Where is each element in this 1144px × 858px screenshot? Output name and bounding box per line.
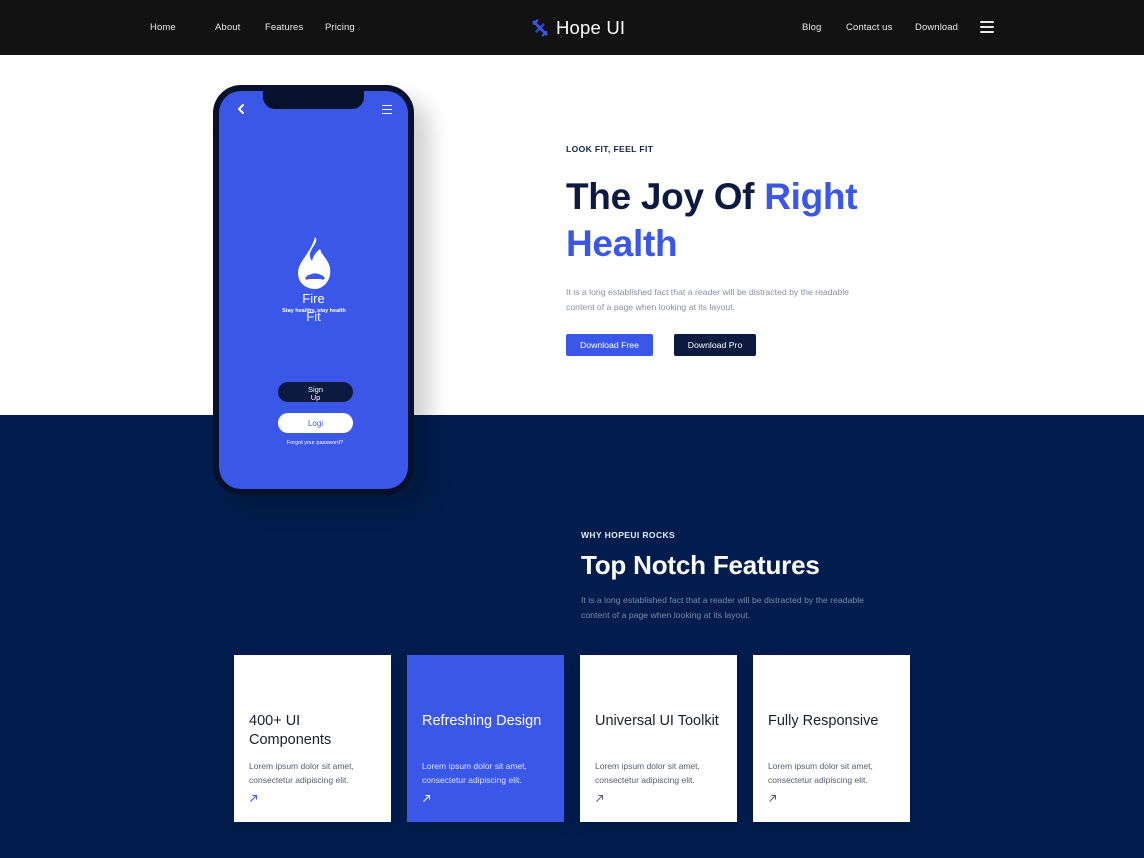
- nav-features[interactable]: Features: [265, 22, 303, 33]
- feature-card-title: Refreshing Design: [422, 713, 542, 729]
- feature-card-design[interactable]: Refreshing Design Lorem ipsum dolor sit …: [407, 655, 564, 822]
- phone-tagline: Stay healthy, stay health: [282, 308, 346, 314]
- nav-blog[interactable]: Blog: [802, 22, 821, 33]
- hero-title-accent: Right: [764, 176, 858, 217]
- feature-card-text: Lorem ipsum dolor sit amet, consectetur …: [768, 761, 873, 785]
- feature-card-responsive[interactable]: Fully Responsive Lorem ipsum dolor sit a…: [753, 655, 910, 822]
- hero-eyebrow: LOOK FIT, FEEL FIT: [566, 144, 654, 154]
- feature-card-title: Universal UI Toolkit: [595, 713, 719, 729]
- phone-signup-label: Sign Up: [307, 385, 323, 402]
- arrow-up-right-icon[interactable]: [422, 794, 431, 803]
- feature-card-toolkit[interactable]: Universal UI Toolkit Lorem ipsum dolor s…: [580, 655, 737, 822]
- hero-description: It is a long established fact that a rea…: [566, 287, 849, 312]
- phone-forgot-password-link[interactable]: Forgot your password?: [285, 440, 345, 447]
- features-title: Top Notch Features: [581, 550, 820, 580]
- flame-logo-icon: [298, 237, 331, 289]
- phone-app-name: Fire: [302, 291, 325, 306]
- hamburger-icon[interactable]: [980, 21, 994, 33]
- nav-home[interactable]: Home: [150, 22, 176, 33]
- feature-card-text: Lorem ipsum dolor sit amet, consectetur …: [422, 761, 527, 785]
- hope-ui-logo-icon: [532, 19, 548, 37]
- feature-card-text: Lorem ipsum dolor sit amet, consectetur …: [249, 761, 354, 785]
- phone-screen: Fire Fit Stay healthy, stay health Sign …: [219, 91, 408, 489]
- hero-title: The Joy Of Right Health: [566, 173, 926, 267]
- brand[interactable]: Hope UI: [531, 15, 625, 41]
- nav-contact[interactable]: Contact us: [846, 22, 892, 33]
- feature-card-title: Fully Responsive: [768, 713, 879, 729]
- hero-title-part1: The Joy Of: [566, 176, 765, 217]
- nav-pricing[interactable]: Pricing: [325, 22, 355, 33]
- top-navbar: Home About Features Pricing Hope UI Blog…: [0, 0, 1144, 55]
- features-eyebrow: WHY HOPEUI ROCKS: [581, 530, 676, 540]
- brand-name: Hope UI: [556, 17, 626, 38]
- download-pro-button[interactable]: Download Pro: [674, 334, 756, 356]
- arrow-up-right-icon[interactable]: [768, 794, 777, 803]
- phone-signup-button[interactable]: Sign Up: [278, 382, 353, 402]
- hero-title-part2: Health: [566, 223, 678, 264]
- feature-card-components[interactable]: 400+ UI Components Lorem ipsum dolor sit…: [234, 655, 391, 822]
- download-free-button[interactable]: Download Free: [566, 334, 653, 356]
- arrow-up-right-icon[interactable]: [595, 794, 604, 803]
- features-description: It is a long established fact that a rea…: [581, 595, 864, 620]
- feature-card-title: 400+ UI Components: [249, 713, 332, 748]
- phone-login-button[interactable]: Logi: [278, 413, 353, 433]
- phone-notch: [263, 91, 364, 109]
- phone-menu-icon[interactable]: [382, 105, 392, 114]
- back-chevron-icon[interactable]: [235, 103, 247, 115]
- phone-mockup: Fire Fit Stay healthy, stay health Sign …: [213, 85, 414, 495]
- arrow-up-right-icon[interactable]: [249, 794, 258, 803]
- features-section: [0, 415, 1144, 858]
- nav-about[interactable]: About: [215, 22, 240, 33]
- feature-card-text: Lorem ipsum dolor sit amet, consectetur …: [595, 761, 700, 785]
- nav-download[interactable]: Download: [915, 22, 958, 33]
